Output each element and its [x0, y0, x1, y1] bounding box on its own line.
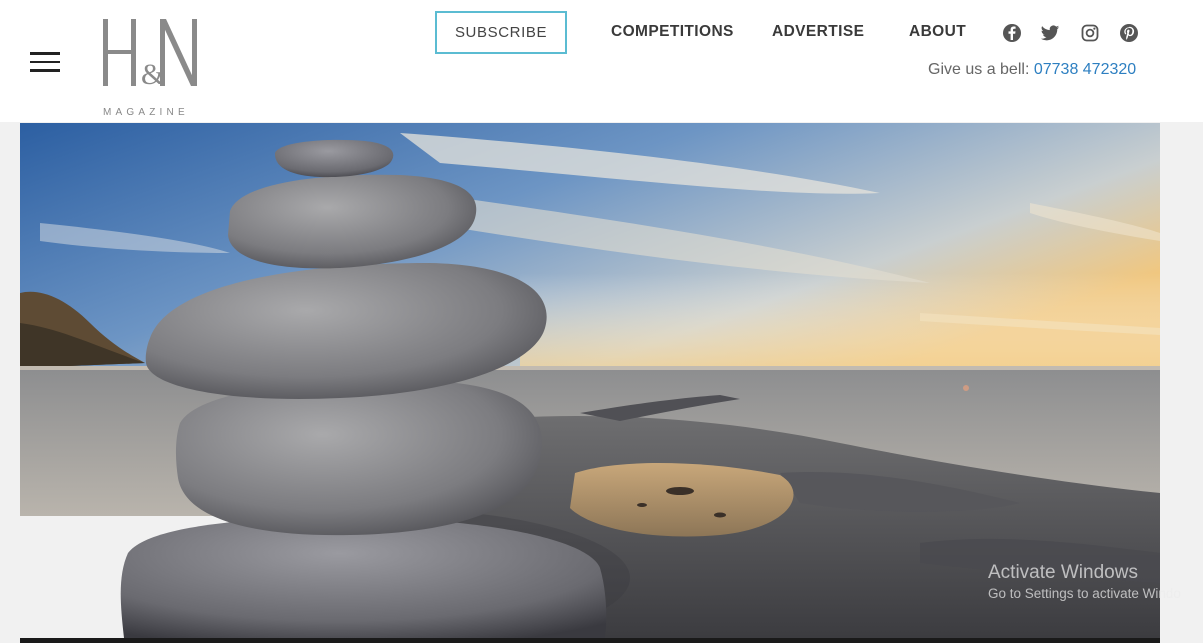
logo-monogram: & [103, 19, 197, 91]
hamburger-menu-icon[interactable] [30, 52, 60, 72]
page-gutter [1160, 123, 1203, 643]
contact-prefix: Give us a bell: [928, 61, 1030, 78]
page: & MAGAZINE SUBSCRIBE COMPETITIONS ADVERT… [0, 0, 1203, 643]
hero-image [20, 123, 1160, 638]
site-logo[interactable]: & MAGAZINE [100, 18, 202, 118]
twitter-icon[interactable] [1040, 23, 1060, 43]
phone-link[interactable]: 07738 472320 [1034, 61, 1136, 78]
subscribe-button[interactable]: SUBSCRIBE [435, 11, 567, 54]
svg-text:&: & [141, 58, 164, 91]
logo-wordmark: MAGAZINE [103, 107, 189, 118]
site-header: & MAGAZINE SUBSCRIBE COMPETITIONS ADVERT… [0, 0, 1203, 122]
bottom-bar [20, 638, 1160, 643]
facebook-icon[interactable] [1002, 23, 1022, 43]
hero-illustration [20, 123, 1160, 638]
pinterest-icon[interactable] [1119, 23, 1139, 43]
nav-advertise[interactable]: ADVERTISE [772, 23, 864, 41]
nav-competitions[interactable]: COMPETITIONS [611, 23, 734, 41]
instagram-icon[interactable] [1080, 23, 1100, 43]
nav-about[interactable]: ABOUT [909, 23, 966, 41]
contact-line: Give us a bell: 07738 472320 [928, 61, 1136, 79]
